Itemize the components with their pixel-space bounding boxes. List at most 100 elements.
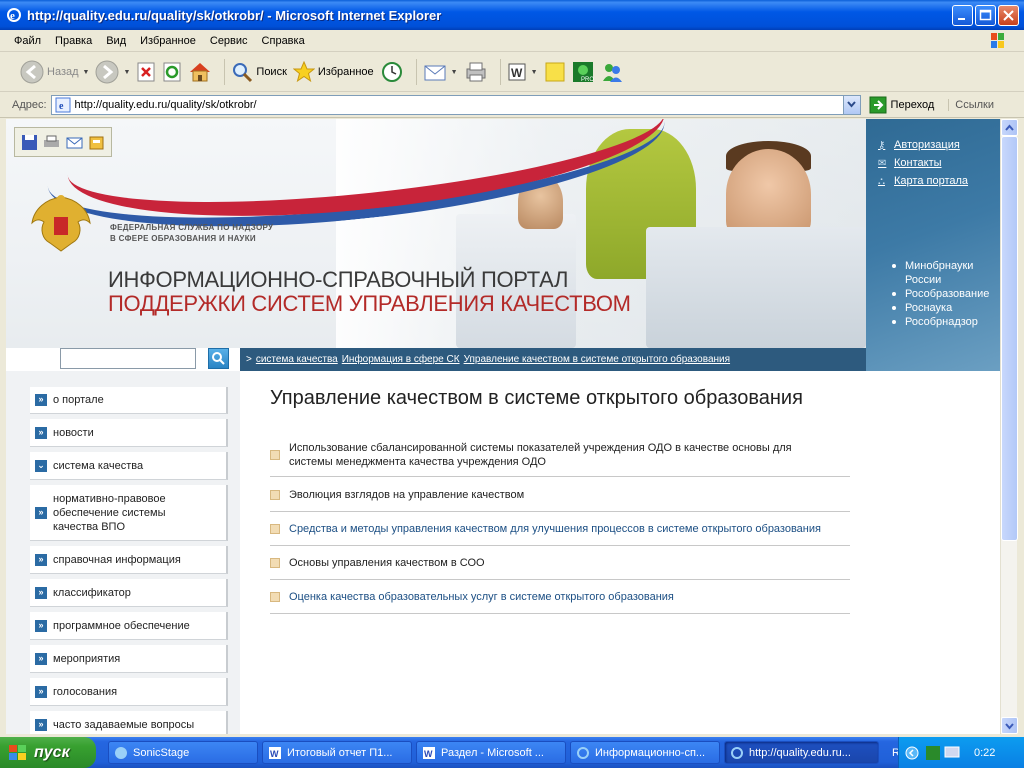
article-item[interactable]: Использование сбалансированной системы п… [270,433,850,477]
window-title: http://quality.edu.ru/quality/sk/otkrobr… [27,7,442,23]
window-titlebar[interactable]: e http://quality.edu.ru/quality/sk/otkro… [0,0,1024,30]
scroll-down-button[interactable] [1001,717,1018,734]
svg-text:e: e [10,10,15,22]
back-arrow-icon [20,60,44,84]
stop-button[interactable] [136,61,156,83]
site-link-rosobrazovanie[interactable]: Рособразование [892,287,998,301]
menu-favorites[interactable]: Избранное [140,35,196,47]
messenger-button[interactable] [600,61,624,83]
windows-logo-icon [991,33,1004,48]
document-icon [270,449,280,460]
minimize-button[interactable] [952,5,973,26]
menu-tools[interactable]: Сервис [210,35,248,47]
email-icon[interactable] [66,134,83,151]
nav-item-faq[interactable]: » часто задаваемые вопросы [30,711,228,734]
site-link-minobrnauki[interactable]: Минобрнауки России [892,259,998,287]
close-button[interactable] [998,5,1019,26]
sonicstage-icon [115,746,127,759]
icq-button[interactable]: PRO [572,61,594,83]
site-link-rosnauka[interactable]: Роснаука [892,301,998,315]
article-item[interactable]: Основы управления качеством в СОО [270,546,850,580]
ie-icon: e [7,8,21,22]
flower-pro-icon: PRO [572,62,594,83]
article-title: Средства и методы управления качеством д… [289,522,821,535]
go-arrow-icon [869,96,887,113]
site-link-rosobrnadzor[interactable]: Рособрнадзор [892,315,998,329]
menu-help[interactable]: Справка [262,35,305,47]
menu-bar: Файл Правка Вид Избранное Сервис Справка [0,30,1024,52]
nav-item-quality-system[interactable]: ⌄ система качества [30,452,228,480]
go-button[interactable]: Переход [869,96,934,114]
sticky-note-icon [545,62,565,82]
task-ie-portal[interactable]: Информационно-сп... [570,741,720,764]
article-item[interactable]: Средства и методы управления качеством д… [270,512,850,546]
print-icon[interactable] [43,134,60,151]
task-word-section[interactable]: W Раздел - Microsoft ... [416,741,566,764]
scroll-thumb[interactable] [1001,136,1018,541]
address-input[interactable]: e http://quality.edu.ru/quality/sk/otkro… [50,94,861,115]
network-icon[interactable] [925,745,941,761]
contacts-link[interactable]: ✉ Контакты [878,157,968,169]
nav-item-classifier[interactable]: » классификатор [30,579,228,607]
task-ie-quality[interactable]: http://quality.edu.ru... [724,741,879,764]
refresh-button[interactable] [162,61,182,83]
svg-text:e: e [59,101,64,112]
home-button[interactable] [188,61,212,83]
site-search-input[interactable] [60,348,196,369]
windows-flag-icon [9,744,26,760]
archive-icon[interactable] [88,134,105,151]
start-button[interactable]: пуск [0,737,96,768]
site-search-button[interactable] [208,348,229,369]
page-scrollbar[interactable] [1000,119,1018,734]
links-button[interactable]: Ссылки [948,98,994,111]
breadcrumb-item[interactable]: Информация в сфере СК [342,354,460,365]
search-button[interactable]: Поиск [231,61,287,83]
document-icon [270,591,280,602]
save-icon[interactable] [21,134,38,151]
nav-item-label: о портале [53,394,104,406]
forward-button[interactable]: ▼ [95,60,130,84]
nav-item-polls[interactable]: » голосования [30,678,228,706]
task-sonicstage[interactable]: SonicStage [108,741,258,764]
nav-item-software[interactable]: » программное обеспечение [30,612,228,640]
nav-item-about[interactable]: » о портале [30,387,228,414]
article-item[interactable]: Эволюция взглядов на управление качество… [270,478,850,512]
menu-view[interactable]: Вид [106,35,126,47]
nav-item-label: новости [53,426,94,439]
breadcrumb-item[interactable]: система качества [256,354,338,365]
nav-item-events[interactable]: » мероприятия [30,645,228,673]
history-button[interactable] [380,61,404,83]
task-word-report[interactable]: W Итоговый отчет П1... [262,741,412,764]
maximize-button[interactable] [975,5,996,26]
svg-text:W: W [270,749,279,759]
monitor-icon[interactable] [944,745,960,761]
login-link[interactable]: ⚷ Авторизация [878,139,968,151]
home-icon [190,63,211,82]
sitemap-link[interactable]: ⛬ Карта портала [878,175,968,187]
mail-button[interactable]: ▼ [423,62,458,82]
breadcrumb-item[interactable]: Управление качеством в системе открытого… [464,354,730,365]
nav-item-label: мероприятия [53,652,121,665]
tray-chevron-icon[interactable] [905,746,919,760]
clock[interactable]: 0:22 [974,747,995,759]
edit-word-button[interactable]: W ▼ [507,62,538,82]
contacts-link-label: Контакты [894,157,942,169]
favorites-button[interactable]: Избранное [292,61,374,83]
nav-item-regulatory[interactable]: » нормативно-правовое обеспечение системы… [30,485,228,541]
back-button[interactable]: Назад ▼ [20,60,89,84]
nav-item-reference[interactable]: » справочная информация [30,546,228,574]
search-icon [212,352,225,365]
left-navigation: » о портале » новости ⌄ система качества » н… [6,371,240,734]
print-button[interactable] [464,61,488,83]
chevron-down-icon [846,100,856,108]
address-url: http://quality.edu.ru/quality/sk/otkrobr… [74,98,257,111]
double-chevron-icon: » [35,685,47,698]
notes-button[interactable] [544,61,566,83]
key-icon: ⚷ [878,139,886,151]
article-item[interactable]: Оценка качества образовательных услуг в … [270,580,850,614]
menu-file[interactable]: Файл [14,35,41,47]
menu-edit[interactable]: Правка [55,35,92,47]
nav-item-news[interactable]: » новости [30,419,228,447]
address-dropdown-button[interactable] [842,95,860,114]
scroll-up-button[interactable] [1001,119,1018,136]
